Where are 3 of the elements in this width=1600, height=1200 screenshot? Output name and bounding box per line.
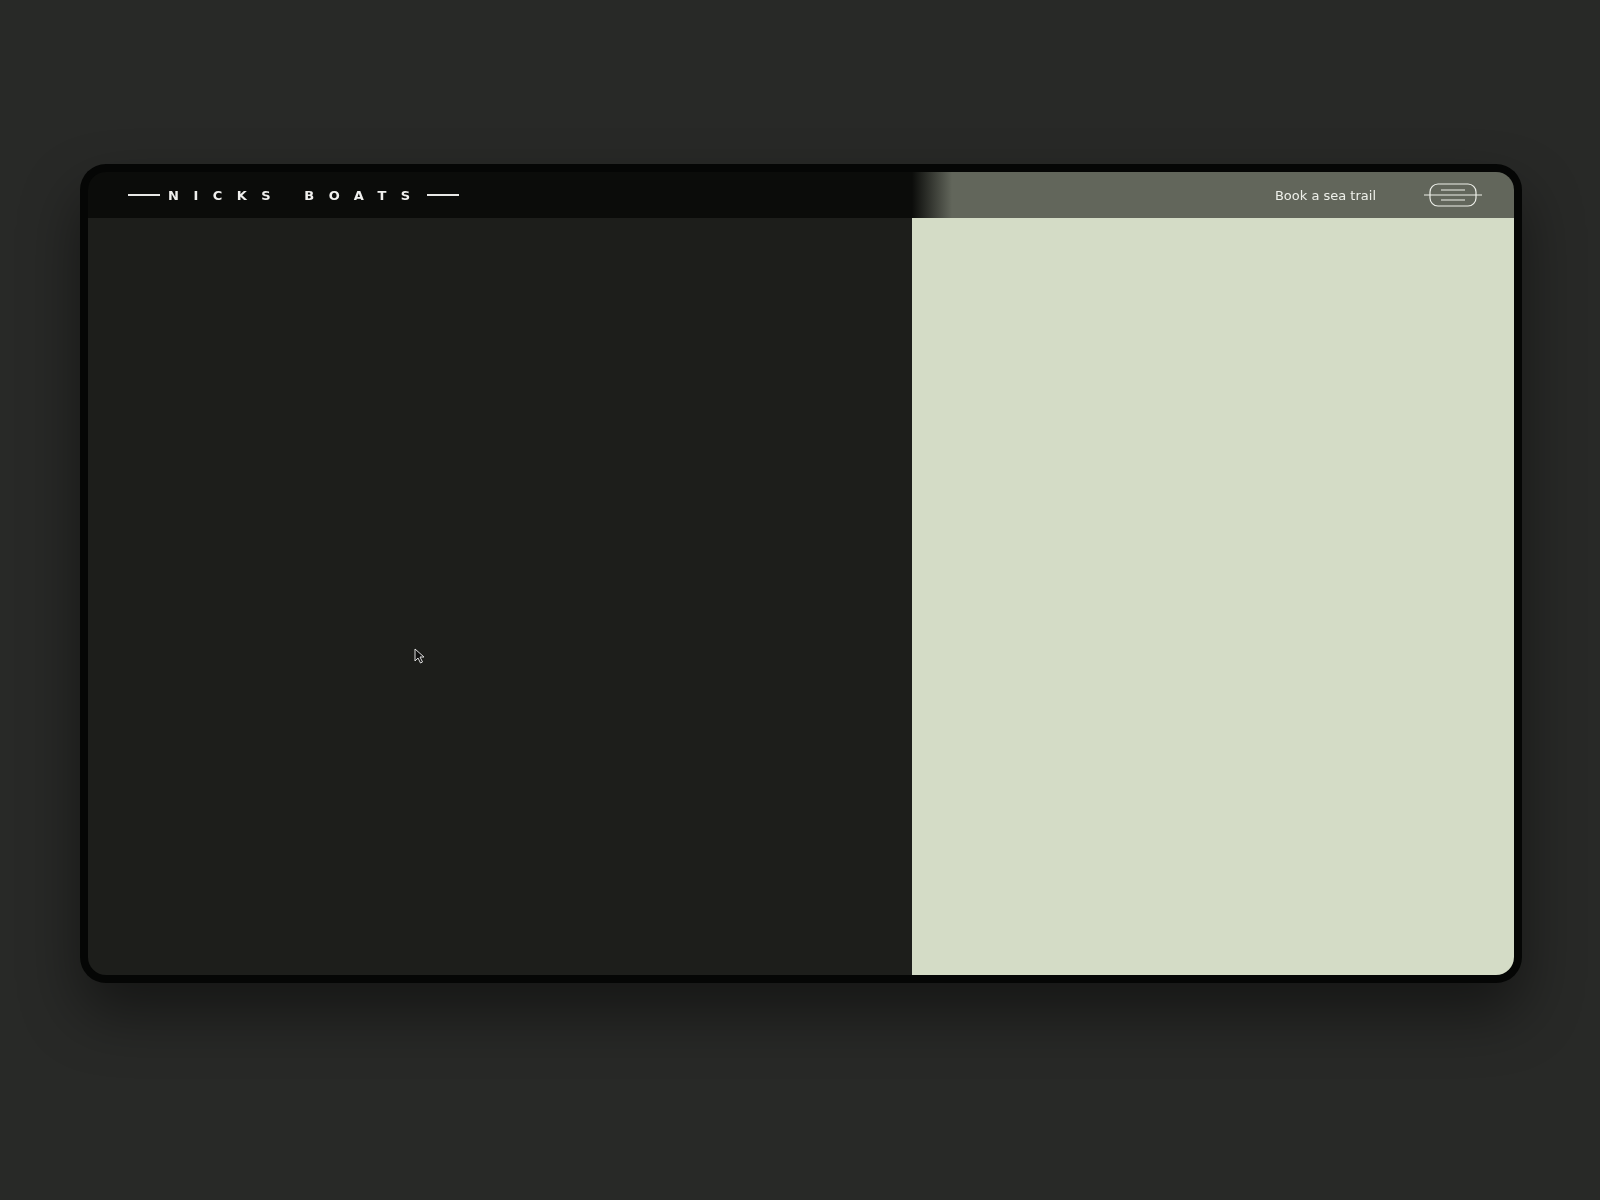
logo-text: NICKS BOATS: [168, 187, 425, 203]
book-sea-trail-link[interactable]: Book a sea trail: [1274, 185, 1376, 205]
menu-icon[interactable]: [1424, 183, 1482, 207]
